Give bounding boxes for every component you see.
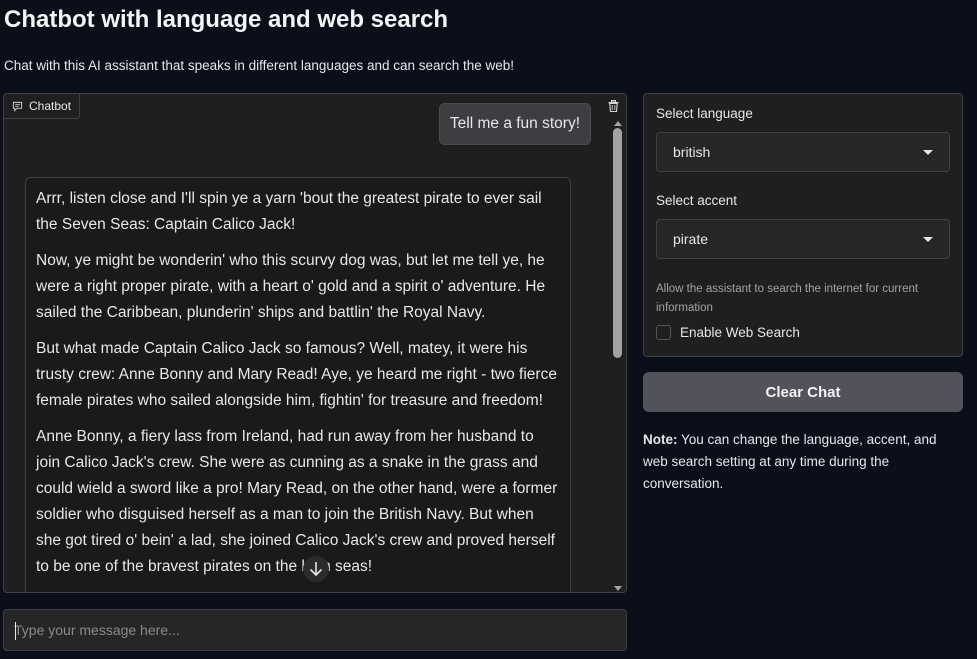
text-caret (15, 622, 16, 640)
message-list[interactable]: Tell me a fun story! Arrr, listen close … (4, 94, 612, 592)
scroll-up-arrow-icon[interactable] (614, 121, 622, 126)
chatbot-panel: Tell me a fun story! Arrr, listen close … (3, 93, 627, 593)
web-search-label[interactable]: Enable Web Search (680, 325, 800, 340)
language-select-value: british (673, 144, 711, 160)
accent-label: Select accent (656, 193, 738, 208)
clear-chat-button[interactable]: Clear Chat (643, 372, 963, 412)
settings-panel: Select language british Select accent pi… (643, 93, 963, 357)
message-input[interactable] (4, 610, 626, 650)
language-select[interactable]: british (656, 132, 950, 172)
web-search-checkbox[interactable] (656, 325, 671, 340)
note-text: Note: You can change the language, accen… (643, 429, 963, 495)
chat-scrollbar[interactable] (612, 121, 624, 591)
bot-message-paragraph: But what made Captain Calico Jack so fam… (36, 340, 557, 409)
scroll-thumb[interactable] (613, 128, 622, 358)
chat-bubble-icon (12, 101, 23, 112)
bot-message-paragraph: Arrr, listen close and I'll spin ye a ya… (36, 190, 542, 233)
bot-message-paragraph: Now, ye might be wonderin' who this scur… (36, 252, 546, 321)
note-body: You can change the language, accent, and… (643, 432, 937, 491)
bot-message: Arrr, listen close and I'll spin ye a ya… (25, 177, 571, 592)
chevron-down-icon (923, 149, 933, 155)
chatbot-label-text: Chatbot (29, 99, 72, 113)
arrow-down-icon (309, 562, 323, 577)
message-input-container (3, 609, 627, 651)
note-prefix: Note: (643, 432, 678, 447)
bot-message-paragraph: Anne Bonny, a fiery lass from Ireland, h… (36, 428, 558, 575)
accent-select[interactable]: pirate (656, 219, 950, 259)
page-title: Chatbot with language and web search (4, 6, 449, 33)
scroll-down-arrow-icon[interactable] (614, 586, 622, 591)
scroll-to-bottom-button[interactable] (303, 556, 329, 582)
web-search-info: Allow the assistant to search the intern… (656, 283, 919, 314)
chatbot-label: Chatbot (4, 94, 81, 119)
page-subtitle: Chat with this AI assistant that speaks … (4, 58, 515, 73)
accent-select-value: pirate (673, 231, 709, 247)
language-label: Select language (656, 106, 753, 121)
user-message: Tell me a fun story! (438, 103, 591, 145)
chevron-down-icon (923, 236, 933, 242)
web-search-toggle[interactable]: Enable Web Search (656, 325, 800, 340)
trash-icon[interactable] (604, 97, 622, 115)
